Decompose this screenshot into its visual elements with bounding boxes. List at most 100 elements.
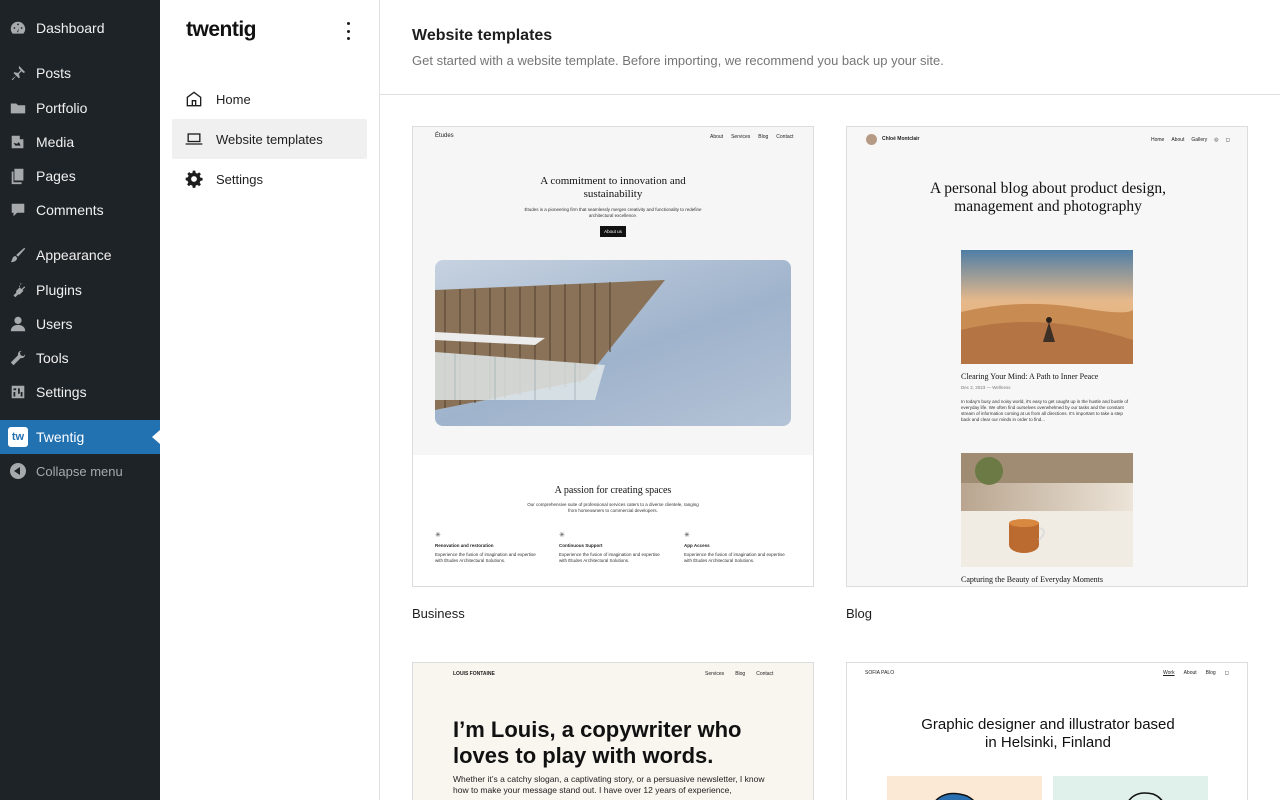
preview-nav-item: Contact: [776, 134, 794, 140]
menu-item-portfolio[interactable]: Portfolio: [0, 91, 160, 125]
menu-item-pages[interactable]: Pages: [0, 159, 160, 193]
menu-item-settings[interactable]: Settings: [0, 375, 160, 409]
preview-hero-text: Whether it’s a catchy slogan, a captivat…: [453, 774, 765, 795]
menu-item-label: Plugins: [36, 282, 82, 298]
user-icon: [0, 315, 36, 333]
preview-post-meta: Dec 2, 2023 — Wellness: [961, 385, 1011, 390]
preview-desert-image: [961, 250, 1133, 364]
preview-feature: ✳ App Access Experience the fusion of im…: [684, 531, 794, 564]
menu-item-label: Posts: [36, 65, 72, 81]
collapse-icon: [0, 463, 36, 479]
preview-nav-item: Work: [1163, 670, 1175, 676]
admin-sidebar: Dashboard Posts Portfolio Media Pages Co…: [0, 0, 160, 800]
preview-illustration: [887, 776, 1042, 800]
menu-item-twentig[interactable]: tw Twentig: [0, 420, 160, 454]
comment-icon: [0, 201, 36, 219]
preview-social-icon: ◻: [1224, 670, 1229, 676]
preview-nav-item: About: [710, 134, 724, 140]
twentig-badge: tw: [8, 427, 28, 447]
menu-item-users[interactable]: Users: [0, 307, 160, 341]
preview-feature-title: Renovation and restoration: [435, 543, 494, 548]
preview-logo: SOFIA PALO: [865, 670, 895, 676]
dashboard-icon: [0, 19, 36, 37]
nav-item-label: Website templates: [216, 131, 323, 147]
preview-illustration: [1053, 776, 1208, 800]
settings-sliders-icon: [0, 383, 36, 401]
preview-nav: Home About Gallery ◎ ◻: [1151, 137, 1230, 143]
wrench-icon: [0, 349, 36, 367]
preview-feature-text: Experience the fusion of imagination and…: [559, 552, 660, 563]
menu-item-dashboard[interactable]: Dashboard: [0, 11, 160, 45]
more-options-icon[interactable]: [344, 22, 352, 40]
preview-nav-item: Contact: [756, 671, 774, 677]
home-icon: [172, 89, 216, 109]
preview-nav-item: About: [1171, 137, 1185, 143]
main-content: Website templates Get started with a web…: [380, 0, 1280, 800]
preview-tea-image: [961, 453, 1133, 567]
template-card-blog[interactable]: Chloé Montclair Home About Gallery ◎ ◻ A…: [846, 126, 1248, 587]
menu-item-comments[interactable]: Comments: [0, 193, 160, 227]
menu-item-plugins[interactable]: Plugins: [0, 273, 160, 307]
menu-item-label: Media: [36, 134, 75, 150]
template-card-designer[interactable]: SOFIA PALO Work About Blog ◻ Graphic des…: [846, 662, 1248, 800]
template-label-blog[interactable]: Blog: [846, 606, 872, 621]
preview-nav: About Services Blog Contact: [710, 134, 794, 140]
page-header: Website templates Get started with a web…: [380, 0, 1280, 95]
preview-nav-item: Services: [705, 671, 725, 677]
preview-hero-text: Études is a pioneering firm that seamles…: [524, 207, 702, 218]
collapse-menu-label: Collapse menu: [36, 463, 123, 479]
plugin-sidebar: twentig Home Website templates Settings: [160, 0, 380, 800]
preview-nav-item: Services: [731, 134, 751, 140]
menu-item-label: Users: [36, 316, 73, 332]
preview-feature-text: Experience the fusion of imagination and…: [684, 552, 785, 563]
preview-nav-item: Blog: [735, 671, 746, 677]
twentig-icon: tw: [0, 427, 36, 447]
menu-item-label: Dashboard: [36, 20, 105, 36]
brush-icon: [0, 246, 36, 264]
menu-item-label: Pages: [36, 168, 76, 184]
nav-item-label: Home: [216, 91, 251, 107]
preview-logo: Études: [435, 133, 454, 139]
template-card-copywriter[interactable]: LOUIS FONTAINE Services Blog Contact I’m…: [412, 662, 814, 800]
menu-item-media[interactable]: Media: [0, 125, 160, 159]
page-description: Get started with a website template. Bef…: [412, 53, 944, 68]
preview-nav: Services Blog Contact: [705, 671, 773, 677]
media-icon: [0, 133, 36, 151]
preview-hero-title: Graphic designer and illustrator based i…: [921, 716, 1175, 751]
template-card-business[interactable]: Études About Services Blog Contact A com…: [412, 126, 814, 587]
menu-item-label: Comments: [36, 202, 104, 218]
preview-hero-title: A personal blog about product design, ma…: [930, 180, 1166, 215]
nav-item-home[interactable]: Home: [172, 79, 367, 119]
preview-hero-title: A commitment to innovation and sustainab…: [540, 175, 686, 200]
laptop-icon: [172, 129, 216, 149]
preview-hero-title: I’m Louis, a copywriter who loves to pla…: [453, 717, 742, 768]
menu-item-label: Settings: [36, 384, 87, 400]
plug-icon: [0, 281, 36, 299]
preview-post-excerpt: In today's busy and noisy world, it's ea…: [961, 399, 1129, 422]
gear-icon: [172, 169, 216, 189]
menu-item-label: Twentig: [36, 429, 85, 445]
preview-social-icon: ◎: [1214, 137, 1219, 143]
pages-icon: [0, 167, 36, 185]
preview-nav-item: Home: [1151, 137, 1165, 143]
menu-item-label: Tools: [36, 350, 69, 366]
nav-item-website-templates[interactable]: Website templates: [172, 119, 367, 159]
menu-item-appearance[interactable]: Appearance: [0, 238, 160, 272]
preview-lower-section: [413, 455, 813, 586]
page-title: Website templates: [412, 27, 553, 44]
preview-post-title: Capturing the Beauty of Everyday Moments: [961, 575, 1103, 584]
template-label-business[interactable]: Business: [412, 606, 465, 621]
preview-nav-item: Blog: [1205, 670, 1216, 676]
menu-item-posts[interactable]: Posts: [0, 56, 160, 90]
preview-section-text: Our comprehensive suite of professional …: [527, 502, 699, 513]
preview-nav: Work About Blog ◻: [1163, 670, 1229, 676]
nav-item-settings[interactable]: Settings: [172, 159, 367, 199]
preview-nav-item: Blog: [758, 134, 769, 140]
preview-logo: LOUIS FONTAINE: [453, 671, 495, 677]
menu-item-tools[interactable]: Tools: [0, 341, 160, 375]
folder-icon: [0, 99, 36, 117]
preview-post-title: Clearing Your Mind: A Path to Inner Peac…: [961, 372, 1099, 381]
preview-feature-title: App Access: [684, 543, 710, 548]
preview-feature: ✳ Renovation and restoration Experience …: [435, 531, 545, 564]
collapse-menu-button[interactable]: Collapse menu: [0, 454, 160, 488]
